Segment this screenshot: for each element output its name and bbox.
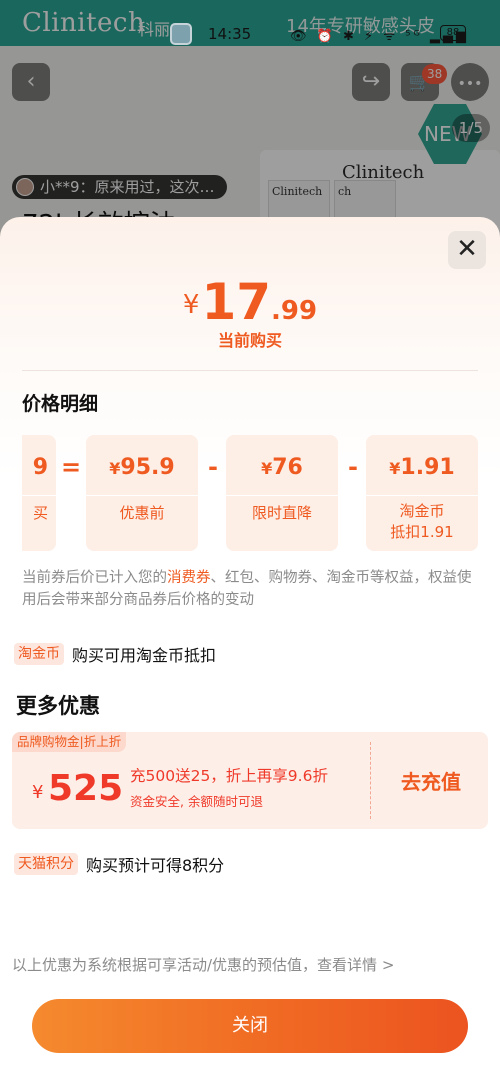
currency-symbol: ¥ — [182, 290, 200, 320]
price-note: 当前券后价已计入您的消费券、红包、购物券、淘金币等权益，权益使用后会带来部分商品… — [22, 570, 472, 608]
battery-icon: 88 — [440, 25, 466, 41]
minus-sign: - — [348, 453, 358, 481]
promo-subtext: 资金安全, 余额随时可退 — [130, 794, 263, 809]
calc-flash-discount-box: ¥76 限时直降 — [226, 435, 338, 551]
more-offers-title: 更多优惠 — [16, 694, 100, 718]
price-decimal: .99 — [271, 296, 318, 326]
promo-currency: ¥ — [32, 782, 44, 803]
shopping-credit-card[interactable]: 品牌购物金|折上折 ¥ 525 充500送25，折上再享9.6折 资金安全, 余… — [12, 732, 488, 829]
dashed-divider — [370, 742, 371, 819]
calc-original-price-box: ¥95.9 优惠前 — [86, 435, 198, 551]
equals-sign: = — [60, 453, 82, 481]
consumption-coupon-link[interactable]: 消费券 — [167, 570, 211, 586]
taojinbi-deduction-label: 淘金币 抵扣1.91 — [390, 502, 454, 541]
taojinbi-row: 淘金币 购买可用淘金币抵扣 — [14, 642, 216, 666]
recharge-button[interactable]: 去充值 — [374, 766, 488, 795]
promo-amount: 525 — [48, 768, 124, 809]
taojinbi-text: 购买可用淘金币抵扣 — [72, 646, 217, 665]
promo-description: 充500送25，折上再享9.6折 — [130, 767, 328, 785]
app-icon — [170, 23, 192, 45]
price-detail-sheet: ✕ ¥17.99 当前购买 价格明细 9 买 = ¥95.9 优惠前 - ¥76… — [0, 217, 500, 1085]
price-integer: 17 — [201, 273, 272, 331]
flash-discount-value: ¥76 — [261, 455, 303, 480]
original-price-label: 优惠前 — [119, 504, 165, 522]
calc-result-value: 9 — [32, 455, 48, 480]
tmall-points-text: 购买预计可得8积分 — [86, 856, 225, 875]
view-details-link[interactable]: 以上优惠为系统根据可享活动/优惠的预估值，查看详情 > — [12, 954, 394, 975]
tmall-points-row: 天猫积分 购买预计可得8积分 — [14, 852, 224, 876]
calc-result-label: 买 — [32, 504, 48, 522]
status-time: 14:35 — [208, 25, 252, 43]
close-icon[interactable]: ✕ — [448, 231, 486, 269]
close-button[interactable]: 关闭 — [32, 999, 468, 1053]
calc-taojinbi-box: ¥1.91 淘金币 抵扣1.91 — [366, 435, 478, 551]
divider — [22, 370, 478, 371]
current-price: ¥17.99 — [0, 273, 500, 331]
taojinbi-deduction-value: ¥1.91 — [389, 455, 455, 480]
minus-sign: - — [208, 453, 218, 481]
price-label: 当前购买 — [217, 331, 282, 350]
promo-label: 品牌购物金|折上折 — [12, 732, 127, 752]
status-bar: 14:35 👁 ⏰ ✱ ⚡ ᯤ ⁵ᴳ ▂▄▆ 88 — [0, 22, 500, 48]
breakdown-title: 价格明细 — [22, 393, 99, 415]
price-calculation[interactable]: 9 买 = ¥95.9 优惠前 - ¥76 限时直降 - ¥1.91 淘金币 抵… — [22, 435, 478, 551]
tmall-points-tag: 天猫积分 — [14, 853, 78, 875]
flash-discount-label: 限时直降 — [251, 504, 312, 522]
calc-result-box: 9 买 — [22, 435, 56, 551]
original-price-value: ¥95.9 — [109, 455, 175, 480]
taojinbi-tag: 淘金币 — [14, 643, 64, 665]
